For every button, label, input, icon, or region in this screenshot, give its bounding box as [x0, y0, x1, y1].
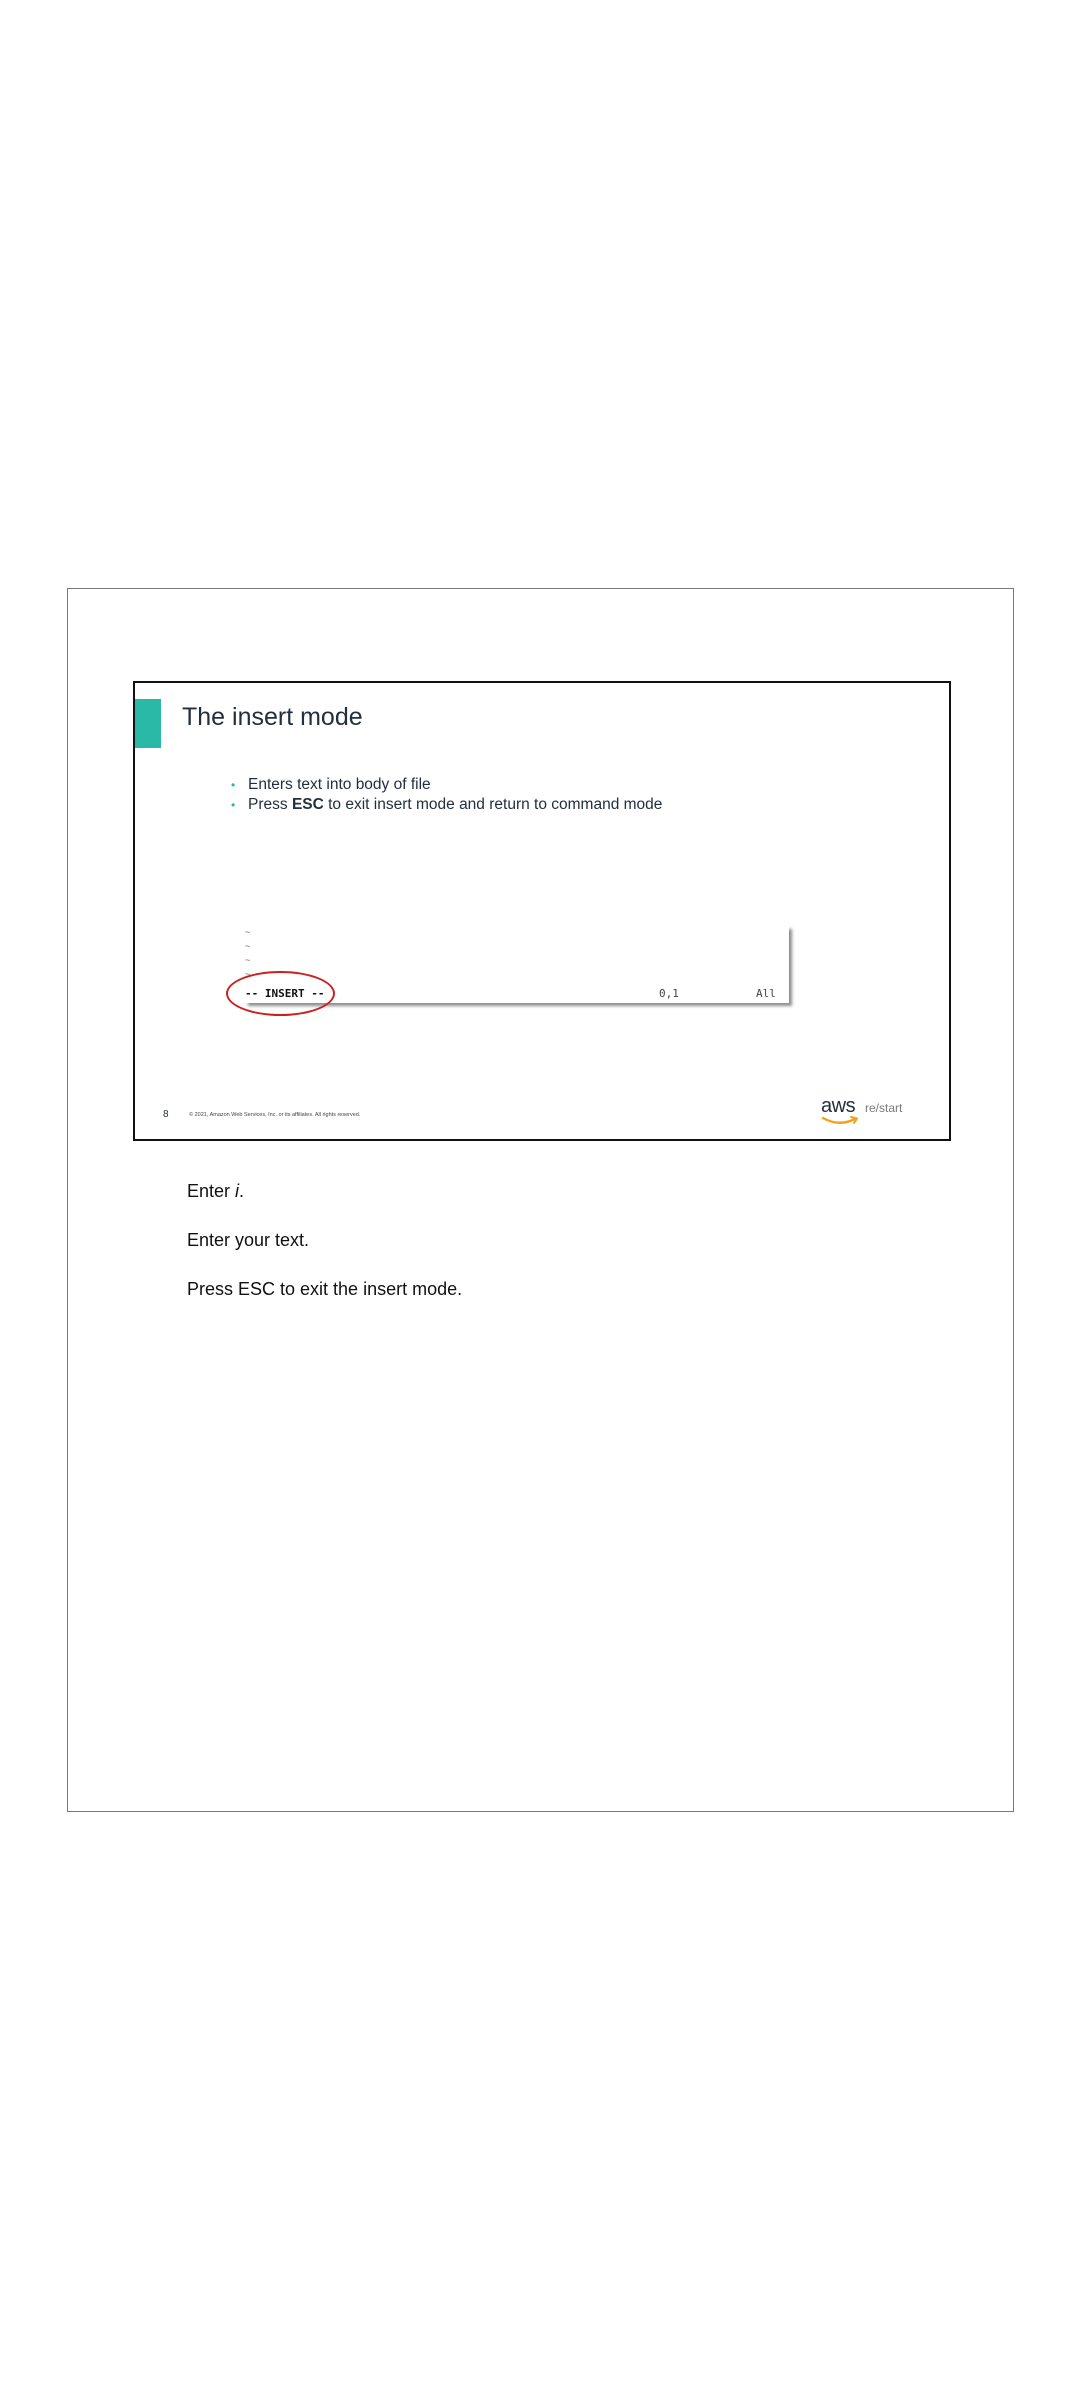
scroll-position: All [756, 987, 776, 1000]
bullet-item: Press ESC to exit insert mode and return… [231, 795, 662, 815]
empty-line-tilde: ~ [245, 956, 251, 966]
highlight-oval [226, 971, 335, 1016]
bullet-list: Enters text into body of file Press ESC … [231, 775, 662, 815]
accent-bar [135, 699, 161, 748]
empty-line-tilde: ~ [245, 928, 251, 938]
aws-restart-logo: aws re/start [821, 1095, 921, 1129]
note-line: Enter i. [187, 1181, 245, 1201]
copyright-notice: © 2021, Amazon Web Services, Inc. or its… [189, 1112, 361, 1118]
bullet-item: Enters text into body of file [231, 775, 662, 795]
logo-restart-text: re/start [865, 1101, 903, 1115]
aws-smile-icon [821, 1116, 858, 1124]
slide-title: The insert mode [182, 703, 363, 731]
slide-number: 8 [163, 1109, 169, 1120]
speaker-notes: Enter i. Enter your text. Press ESC to e… [187, 1180, 462, 1327]
note-line: Press ESC to exit the insert mode. [187, 1279, 463, 1299]
empty-line-tilde: ~ [245, 942, 251, 952]
note-line: Enter your text. [187, 1230, 310, 1250]
cursor-position: 0,1 [659, 987, 679, 1000]
slide: The insert mode Enters text into body of… [133, 681, 951, 1141]
